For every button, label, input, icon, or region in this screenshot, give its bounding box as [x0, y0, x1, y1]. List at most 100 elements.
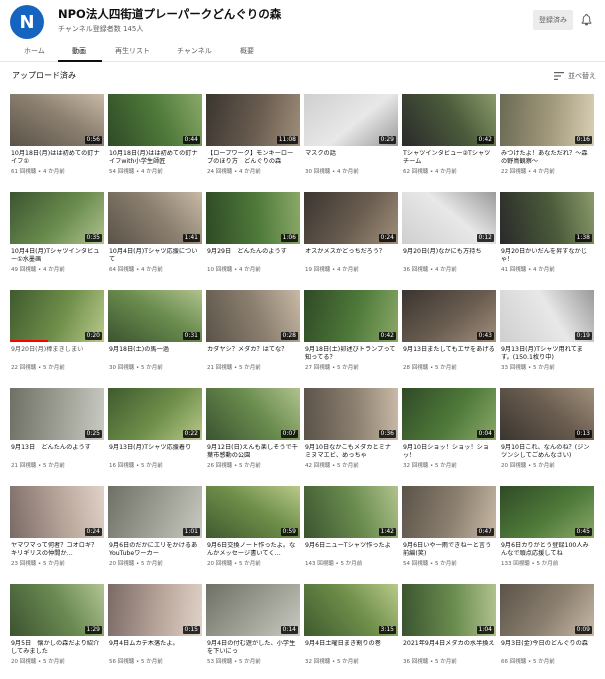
video-title[interactable]: 9月5日 懐かしの森だより紹介してみました: [11, 640, 103, 656]
video-title[interactable]: カダヤシ？メダカ？はてな？: [207, 346, 299, 354]
tab-channels[interactable]: チャンネル: [177, 46, 212, 56]
video-thumbnail[interactable]: 3:15: [304, 584, 398, 636]
video-thumbnail[interactable]: 0:59: [206, 486, 300, 538]
video-thumbnail[interactable]: 0:35: [10, 192, 104, 244]
video-thumbnail[interactable]: 0:24: [304, 192, 398, 244]
video-title[interactable]: 9月18日(土)卯述びトランプって知ってる？: [305, 346, 397, 362]
video-title[interactable]: 10月18日(月)はは初めての釘ナイフ①: [11, 150, 103, 166]
video-thumbnail[interactable]: 0:04: [402, 388, 496, 440]
video-thumbnail[interactable]: 0:29: [304, 94, 398, 146]
video-duration: 0:22: [182, 430, 200, 438]
video-thumbnail[interactable]: 0:43: [402, 290, 496, 342]
video-thumbnail[interactable]: 0:13: [500, 388, 594, 440]
video-title[interactable]: 9月4日土曜日まき割りの巻: [305, 640, 397, 648]
video-thumbnail[interactable]: 1:38: [500, 192, 594, 244]
channel-avatar[interactable]: N: [10, 5, 44, 39]
video-thumbnail[interactable]: 0:25: [10, 388, 104, 440]
video-thumbnail[interactable]: 0:31: [108, 290, 202, 342]
video-thumbnail[interactable]: 0:07: [206, 388, 300, 440]
video-title[interactable]: 9月3日(金)今日のどんぐりの森: [501, 640, 593, 648]
video-title[interactable]: 9月10日なかこもメダカとミナミヌマエビ、めっちゃ: [305, 444, 397, 460]
video-thumbnail[interactable]: 0:12: [402, 192, 496, 244]
video-thumbnail[interactable]: 11:08: [206, 94, 300, 146]
video-title[interactable]: 9月6日カりがとう登録100人みんなで頑点応援してね: [501, 542, 593, 558]
video-thumbnail[interactable]: 1:42: [304, 486, 398, 538]
bell-icon[interactable]: [580, 13, 593, 26]
video-meta: 16 回視聴 • 5 か月前: [109, 463, 163, 469]
video-title[interactable]: 9月6日のだかにエリをかけるあYouTubeワーカー: [109, 542, 201, 558]
video-title[interactable]: 10月4日(月)Tシャツインタビュー①水墨画: [11, 248, 103, 264]
video-thumbnail[interactable]: 0:20: [10, 290, 104, 342]
video-thumbnail[interactable]: 0:45: [500, 486, 594, 538]
tab-playlists[interactable]: 再生リスト: [115, 46, 150, 56]
tab-home[interactable]: ホーム: [24, 46, 45, 56]
video-title[interactable]: みつけたよ！あなただれ？～森の野鳥観察～: [501, 150, 593, 166]
video-thumbnail[interactable]: 0:16: [500, 94, 594, 146]
video-title[interactable]: 【ロープワーク】モンキーロープのほり方 どんぐりの森: [207, 150, 299, 166]
video-title[interactable]: 9月12日(日)えんも楽しそうで千葉市感動の公園: [207, 444, 299, 460]
video-title[interactable]: 2021年9月4日メダカの水半換え: [403, 640, 495, 648]
video-thumbnail[interactable]: 0:56: [10, 94, 104, 146]
video-thumbnail[interactable]: 0:09: [500, 584, 594, 636]
video-title[interactable]: 9月18日(土)の馬一過: [109, 346, 201, 354]
subscriber-count: チャンネル登録者数 145人: [58, 25, 144, 33]
video-title[interactable]: 9月13日(月)Tシャツ応援着り: [109, 444, 201, 452]
video-title[interactable]: 9月20日(月)棒まきしまい: [11, 346, 103, 354]
video-thumbnail[interactable]: 0:42: [402, 94, 496, 146]
video-title[interactable]: 9月10日これ、なんのね？(ジンツンシしてごめんなさい): [501, 444, 593, 460]
video-meta: 30 回視聴 • 5 か月前: [109, 365, 163, 371]
video-title[interactable]: 9月20日かいだんを昇すなかじゃ！: [501, 248, 593, 264]
video-thumbnail[interactable]: 1:04: [402, 584, 496, 636]
video-thumbnail[interactable]: 0:19: [500, 290, 594, 342]
video-thumbnail[interactable]: 0:36: [304, 388, 398, 440]
video-title[interactable]: 9月29日 どんたんのようす: [207, 248, 299, 256]
video-thumbnail[interactable]: 1:01: [108, 486, 202, 538]
video-title[interactable]: 9月6日交換ノート作ったよ。なんかメッセージ書いてく…: [207, 542, 299, 558]
video-duration: 0:36: [378, 430, 396, 438]
video-meta: 22 回視聴 • 5 か月前: [11, 365, 65, 371]
video-meta: 24 回視聴 • 4 か月前: [207, 169, 261, 175]
video-duration: 0:47: [476, 528, 494, 536]
tab-videos[interactable]: 動画: [72, 46, 86, 56]
video-title[interactable]: Tシャツインタビュー②Tシャツチーム: [403, 150, 495, 166]
video-thumbnail[interactable]: 0:44: [108, 94, 202, 146]
video-duration: 1:38: [574, 234, 592, 242]
video-title[interactable]: 9月10日ショッ！ショッ！ショッ！: [403, 444, 495, 460]
video-thumbnail[interactable]: 0:22: [108, 388, 202, 440]
video-title[interactable]: 9月4日ムカデ木落たよ。: [109, 640, 201, 648]
video-duration: 0:45: [574, 528, 592, 536]
video-thumbnail[interactable]: 1:29: [10, 584, 104, 636]
video-duration: 1:42: [378, 528, 396, 536]
video-title[interactable]: ヤマワマって何者？コオロギ？キリギリスの仲間か…: [11, 542, 103, 558]
subscribed-button[interactable]: 登録済み: [533, 10, 573, 30]
video-thumbnail[interactable]: 0:24: [10, 486, 104, 538]
video-title[interactable]: 10月18日(月)はは初めての釘ナイフwith小学生師匠: [109, 150, 201, 166]
video-duration: 0:25: [84, 430, 102, 438]
video-title[interactable]: 9月13日またしてもエサをあげる: [403, 346, 495, 354]
tab-about[interactable]: 概要: [240, 46, 254, 56]
video-meta: 41 回視聴 • 4 か月前: [501, 267, 555, 273]
video-thumbnail[interactable]: 0:42: [304, 290, 398, 342]
video-duration: 0:07: [280, 430, 298, 438]
video-title[interactable]: 9月6日ニューTシャツ作ったよ: [305, 542, 397, 550]
video-thumbnail[interactable]: 1:06: [206, 192, 300, 244]
video-duration: 1:06: [280, 234, 298, 242]
video-thumbnail[interactable]: 0:14: [206, 584, 300, 636]
sort-button[interactable]: 並べ替え: [554, 71, 596, 81]
video-meta: 143 回視聴 • 5 か月前: [305, 561, 363, 567]
video-thumbnail[interactable]: 1:41: [108, 192, 202, 244]
video-title[interactable]: オスかメスかどっちだろう？: [305, 248, 397, 256]
video-title[interactable]: 9月6日いや一雨できねーと言う前編(笑): [403, 542, 495, 558]
video-title[interactable]: 9月4日の付む遊がした、小学生を下いにっ: [207, 640, 299, 656]
video-title[interactable]: 9月13日(月)Tシャツ用れてます。(150.1枚り中): [501, 346, 593, 362]
video-thumbnail[interactable]: 0:47: [402, 486, 496, 538]
video-title[interactable]: 10月4日(月)Tシャツ応援について: [109, 248, 201, 264]
video-title[interactable]: 9月13日 どんたんのようす: [11, 444, 103, 452]
video-title[interactable]: マスクの話: [305, 150, 397, 158]
video-meta: 21 回視聴 • 5 か月前: [11, 463, 65, 469]
video-thumbnail[interactable]: 0:15: [108, 584, 202, 636]
active-tab-indicator: [58, 60, 102, 62]
channel-name[interactable]: NPO法人四街道プレーパークどんぐりの森: [58, 6, 281, 22]
video-title[interactable]: 9月20日(月)なかにも方持ち: [403, 248, 495, 256]
video-thumbnail[interactable]: 0:28: [206, 290, 300, 342]
